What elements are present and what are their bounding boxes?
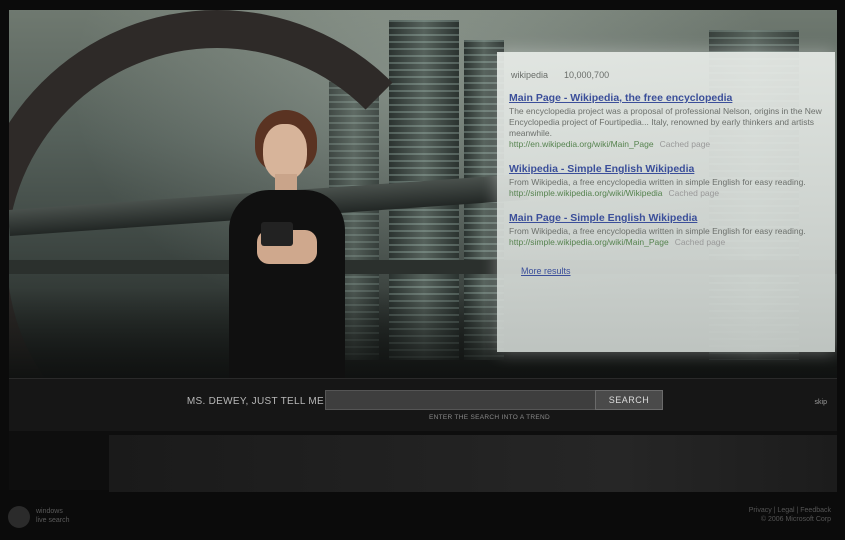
presenter-body (229, 190, 345, 378)
result-snippet: The encyclopedia project was a proposal … (509, 106, 822, 138)
result-title-link[interactable]: Main Page - Simple English Wikipedia (509, 212, 823, 224)
search-bar: MS. DEWEY, JUST TELL ME SEARCH ENTER THE… (9, 378, 837, 431)
legal-line2: © 2006 Microsoft Corp (760, 516, 831, 523)
presenter-face (263, 124, 307, 180)
result-title-link[interactable]: Wikipedia - Simple English Wikipedia (509, 163, 823, 175)
video-scene: wikipedia 10,000,700 Main Page - Wikiped… (9, 10, 837, 378)
legal-line1[interactable]: Privacy | Legal | Feedback (749, 506, 831, 515)
search-button[interactable]: SEARCH (595, 390, 663, 410)
result-item: Main Page - Simple English Wikipedia Fro… (509, 212, 823, 248)
results-query: wikipedia (511, 70, 549, 80)
lower-panel (9, 431, 837, 495)
result-item: Wikipedia - Simple English Wikipedia Fro… (509, 163, 823, 199)
footer: windows live search Privacy | Legal | Fe… (0, 492, 845, 540)
result-url-text: http://simple.wikipedia.org/wiki/Main_Pa… (509, 237, 669, 247)
search-results-panel: wikipedia 10,000,700 Main Page - Wikiped… (497, 52, 835, 352)
result-snippet: From Wikipedia, a free encyclopedia writ… (509, 177, 806, 187)
cached-page-link[interactable]: Cached page (660, 139, 711, 149)
logo-line1: windows (36, 508, 63, 515)
cached-page-link[interactable]: Cached page (675, 237, 726, 247)
result-url-text: http://simple.wikipedia.org/wiki/Wikiped… (509, 188, 663, 198)
search-hint: ENTER THE SEARCH INTO A TREND (429, 414, 551, 421)
logo-text: windows live search (36, 507, 69, 525)
windows-live-logo-icon[interactable] (8, 506, 30, 528)
more-results-link[interactable]: More results (521, 266, 571, 276)
cached-page-link[interactable]: Cached page (669, 188, 720, 198)
skip-link[interactable]: skip (815, 399, 827, 406)
result-title-link[interactable]: Main Page - Wikipedia, the free encyclop… (509, 92, 823, 104)
result-url: http://simple.wikipedia.org/wiki/Main_Pa… (509, 237, 823, 248)
result-url: http://en.wikipedia.org/wiki/Main_Page Ca… (509, 139, 823, 150)
handheld-device (261, 222, 293, 246)
result-url-text: http://en.wikipedia.org/wiki/Main_Page (509, 139, 654, 149)
app-frame: wikipedia 10,000,700 Main Page - Wikiped… (9, 10, 837, 495)
legal-links[interactable]: Privacy | Legal | Feedback © 2006 Micros… (749, 506, 831, 524)
search-input[interactable] (325, 390, 599, 410)
result-item: Main Page - Wikipedia, the free encyclop… (509, 92, 823, 150)
search-prompt: MS. DEWEY, JUST TELL ME (186, 396, 324, 407)
result-url: http://simple.wikipedia.org/wiki/Wikiped… (509, 188, 823, 199)
presenter (217, 110, 357, 378)
logo-line2: live search (36, 517, 70, 524)
results-header: wikipedia 10,000,700 (511, 70, 823, 80)
results-count: 10,000,700 (564, 70, 610, 80)
history-strip (109, 435, 837, 495)
result-snippet: From Wikipedia, a free encyclopedia writ… (509, 226, 806, 236)
